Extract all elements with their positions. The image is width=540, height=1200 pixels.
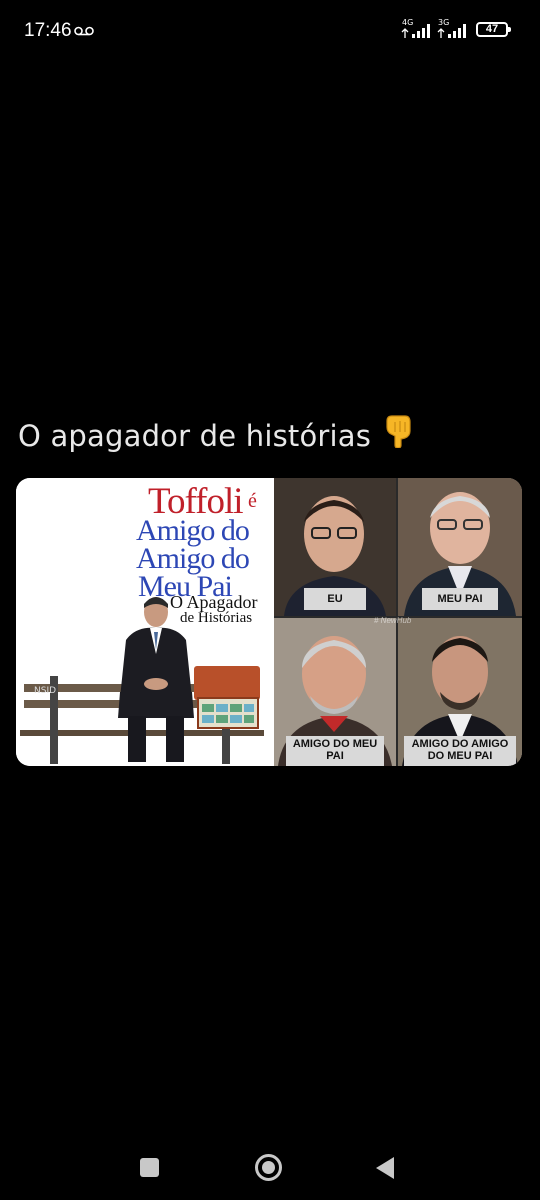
signal-icon: 3G xyxy=(436,18,470,40)
status-bar: 17:46 4G 3G 47 xyxy=(0,0,540,60)
panel-label: EU xyxy=(304,588,366,610)
grid-panel-meu-pai: MEU PAI xyxy=(398,478,522,616)
back-button[interactable] xyxy=(376,1157,394,1179)
panel-label: MEU PAI xyxy=(422,588,498,610)
grid-panel-eu: EU xyxy=(274,478,396,616)
post-image[interactable]: Toffoli é Amigo do Amigo do Meu Pai O Ap… xyxy=(16,478,522,766)
voicemail-icon xyxy=(74,26,94,36)
signal-icon: 4G xyxy=(400,18,434,40)
post-caption: O apagador de histórias xyxy=(18,414,415,455)
panel-label: AMIGO DO MEU PAI xyxy=(286,736,384,766)
battery-level: 47 xyxy=(485,23,499,35)
caption-text: O apagador de histórias xyxy=(18,419,372,453)
recents-button[interactable] xyxy=(140,1158,159,1177)
meme-grid: EU MEU PAI AMIGO DO MEU PAI AMIGO DO AMI… xyxy=(274,478,522,766)
home-button[interactable] xyxy=(255,1154,282,1181)
backhand-index-pointing-down-icon xyxy=(383,414,415,455)
clock: 17:46 xyxy=(24,20,72,41)
bench-tag: NSID xyxy=(34,686,57,696)
grid-panel-amigo-do-amigo-do-meu-pai: AMIGO DO AMIGO DO MEU PAI xyxy=(398,618,522,766)
battery-icon: 47 xyxy=(476,22,511,37)
watermark: # NewHub xyxy=(374,616,412,625)
bench-man-illustration xyxy=(20,597,264,764)
panel-label: AMIGO DO AMIGO DO MEU PAI xyxy=(404,736,516,766)
grid-panel-amigo-do-meu-pai: AMIGO DO MEU PAI xyxy=(274,618,396,766)
poster-image: Toffoli é Amigo do Amigo do Meu Pai O Ap… xyxy=(16,478,268,766)
